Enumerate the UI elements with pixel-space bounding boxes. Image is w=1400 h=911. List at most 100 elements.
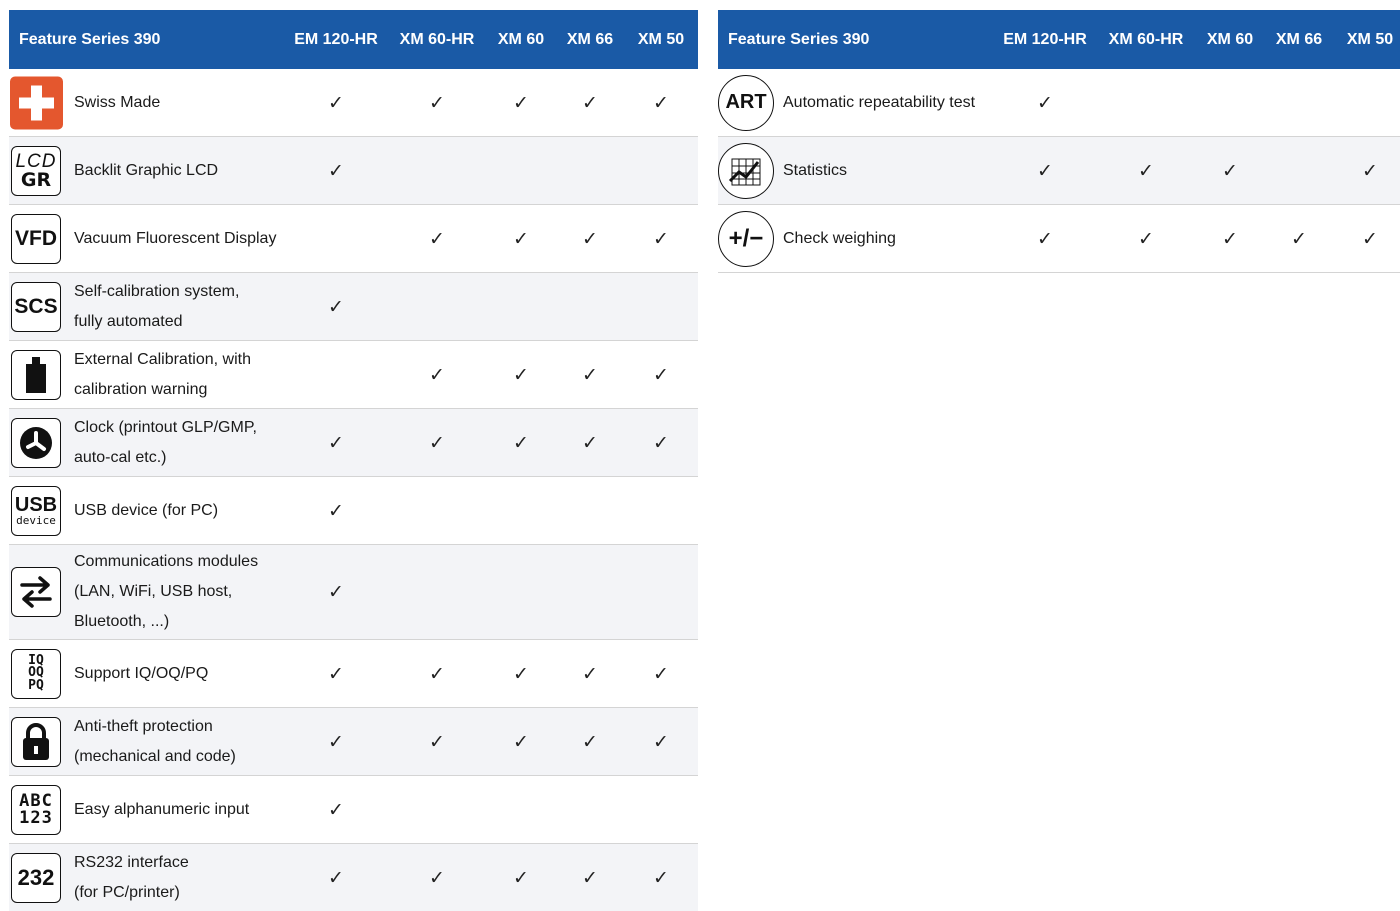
header-feature: Feature Series 390 [728, 31, 870, 48]
check-mark-icon: ✓ [429, 227, 445, 250]
check-mark-icon: ✓ [513, 662, 529, 685]
feature-label-line: Support IQ/OQ/PQ [74, 664, 209, 682]
vfd-icon: VFD [11, 213, 61, 264]
check-mark-icon: ✓ [328, 91, 344, 114]
abc-123-icon: ABC 123 [11, 784, 61, 835]
feature-label-line: Vacuum Fluorescent Display [74, 229, 277, 247]
check-mark-icon: ✓ [1362, 227, 1378, 250]
check-mark-icon: ✓ [582, 363, 598, 386]
feature-label: Swiss Made [74, 88, 160, 118]
feature-label: Vacuum Fluorescent Display [74, 224, 276, 254]
usb-device-icon: USB device [11, 485, 61, 536]
check-mark-icon: ✓ [582, 227, 598, 250]
feature-label-line: RS232 interface [74, 853, 189, 871]
rs232-icon: 232 [11, 852, 61, 903]
table-row: Swiss Made ✓ ✓ ✓ ✓ ✓ [9, 69, 698, 137]
exchange-arrows-icon [11, 567, 61, 617]
feature-label: RS232 interface (for PC/printer) [74, 848, 189, 908]
feature-label-line: Automatic repeatability test [783, 93, 976, 111]
table-row: USB device USB device (for PC) ✓ [9, 477, 698, 545]
check-mark-icon: ✓ [429, 662, 445, 685]
feature-label-line: Swiss Made [74, 93, 161, 111]
feature-label-line: Easy alphanumeric input [74, 800, 250, 818]
swiss-cross-icon [10, 76, 63, 129]
check-mark-icon: ✓ [328, 499, 344, 522]
check-mark-icon: ✓ [513, 730, 529, 753]
check-mark-icon: ✓ [582, 431, 598, 454]
feature-label-line: fully automated [74, 312, 183, 330]
table-row: Statistics ✓ ✓ ✓ ✓ [718, 137, 1400, 205]
header-col-em120hr: EM 120-HR [1003, 31, 1087, 48]
check-mark-icon: ✓ [328, 431, 344, 454]
feature-label-line: External Calibration, with [74, 350, 251, 368]
table-row: Communications modules (LAN, WiFi, USB ho… [9, 545, 698, 640]
table-row: External Calibration, with calibration wa… [9, 341, 698, 409]
check-mark-icon: ✓ [582, 730, 598, 753]
table-row: +/− Check weighing ✓ ✓ ✓ ✓ ✓ [718, 205, 1400, 273]
feature-label: External Calibration, with calibration wa… [74, 345, 251, 405]
plus-minus-icon: +/− [718, 210, 774, 267]
feature-label: Statistics [783, 156, 847, 186]
padlock-icon [11, 716, 61, 767]
feature-label: USB device (for PC) [74, 496, 218, 526]
check-mark-icon: ✓ [328, 866, 344, 889]
table-row: Anti-theft protection (mechanical and cod… [9, 708, 698, 776]
table-row: 232 RS232 interface (for PC/printer) ✓ ✓ ✓ ✓ ✓ [9, 844, 698, 911]
table-row: IQ OQ PQ Support IQ/OQ/PQ ✓ ✓ ✓ ✓ ✓ [9, 640, 698, 708]
feature-label: Automatic repeatability test [783, 88, 975, 118]
check-mark-icon: ✓ [653, 91, 669, 114]
feature-label-line: auto-cal etc.) [74, 448, 167, 466]
feature-label-line: (LAN, WiFi, USB host, [74, 583, 233, 600]
table-row: VFD Vacuum Fluorescent Display ✓ ✓ ✓ ✓ [9, 205, 698, 273]
feature-label: Anti-theft protection (mechanical and cod… [74, 712, 236, 772]
feature-label-line: Check weighing [783, 229, 896, 247]
check-mark-icon: ✓ [1222, 159, 1238, 182]
table-row: LCD GR Backlit Graphic LCD ✓ [9, 137, 698, 205]
feature-label-line: (for PC/printer) [74, 883, 180, 901]
feature-table-left: Feature Series 390 EM 120-HR XM 60-HR XM… [9, 10, 698, 911]
check-mark-icon: ✓ [1037, 227, 1053, 250]
feature-label-line: Backlit Graphic LCD [74, 161, 219, 179]
check-mark-icon: ✓ [653, 363, 669, 386]
feature-label-line: Statistics [783, 161, 848, 179]
check-mark-icon: ✓ [653, 866, 669, 889]
weight-icon [11, 349, 61, 400]
feature-label: Self-calibration system, fully automated [74, 277, 239, 337]
check-mark-icon: ✓ [429, 730, 445, 753]
art-icon: ART [718, 74, 774, 131]
scs-icon: SCS [11, 281, 61, 332]
check-mark-icon: ✓ [653, 227, 669, 250]
lcd-gr-icon: LCD GR [11, 145, 61, 196]
check-mark-icon: ✓ [582, 91, 598, 114]
check-mark-icon: ✓ [328, 159, 344, 182]
feature-label: Communications modules (LAN, WiFi, USB ho… [74, 547, 258, 637]
check-mark-icon: ✓ [429, 363, 445, 386]
header-feature: Feature Series 390 [19, 31, 161, 48]
table-row: ABC 123 Easy alphanumeric input ✓ [9, 776, 698, 844]
check-mark-icon: ✓ [653, 662, 669, 685]
check-mark-icon: ✓ [328, 662, 344, 685]
iq-oq-pq-icon: IQ OQ PQ [11, 648, 61, 699]
feature-table-right: Feature Series 390 EM 120-HR XM 60-HR XM… [718, 10, 1400, 273]
header-col-xm50: XM 50 [1346, 31, 1394, 48]
check-mark-icon: ✓ [328, 798, 344, 821]
check-mark-icon: ✓ [582, 866, 598, 889]
feature-label: Backlit Graphic LCD [74, 156, 218, 186]
feature-label: Check weighing [783, 224, 896, 254]
feature-label: Clock (printout GLP/GMP, auto-cal etc.) [74, 413, 257, 473]
feature-label-line: Clock (printout GLP/GMP, [74, 418, 257, 436]
check-mark-icon: ✓ [513, 431, 529, 454]
check-mark-icon: ✓ [1037, 91, 1053, 114]
check-mark-icon: ✓ [429, 91, 445, 114]
check-mark-icon: ✓ [1138, 227, 1154, 250]
check-mark-icon: ✓ [328, 581, 344, 603]
feature-label-line: calibration warning [74, 380, 208, 398]
statistics-chart-icon [718, 142, 774, 199]
feature-label-line: Communications modules [74, 553, 259, 570]
table-header: Feature Series 390 EM 120-HR XM 60-HR XM… [718, 10, 1400, 69]
feature-label-line: (mechanical and code) [74, 747, 236, 765]
check-mark-icon: ✓ [1291, 227, 1307, 250]
check-mark-icon: ✓ [653, 730, 669, 753]
check-mark-icon: ✓ [429, 431, 445, 454]
feature-label: Support IQ/OQ/PQ [74, 659, 208, 689]
